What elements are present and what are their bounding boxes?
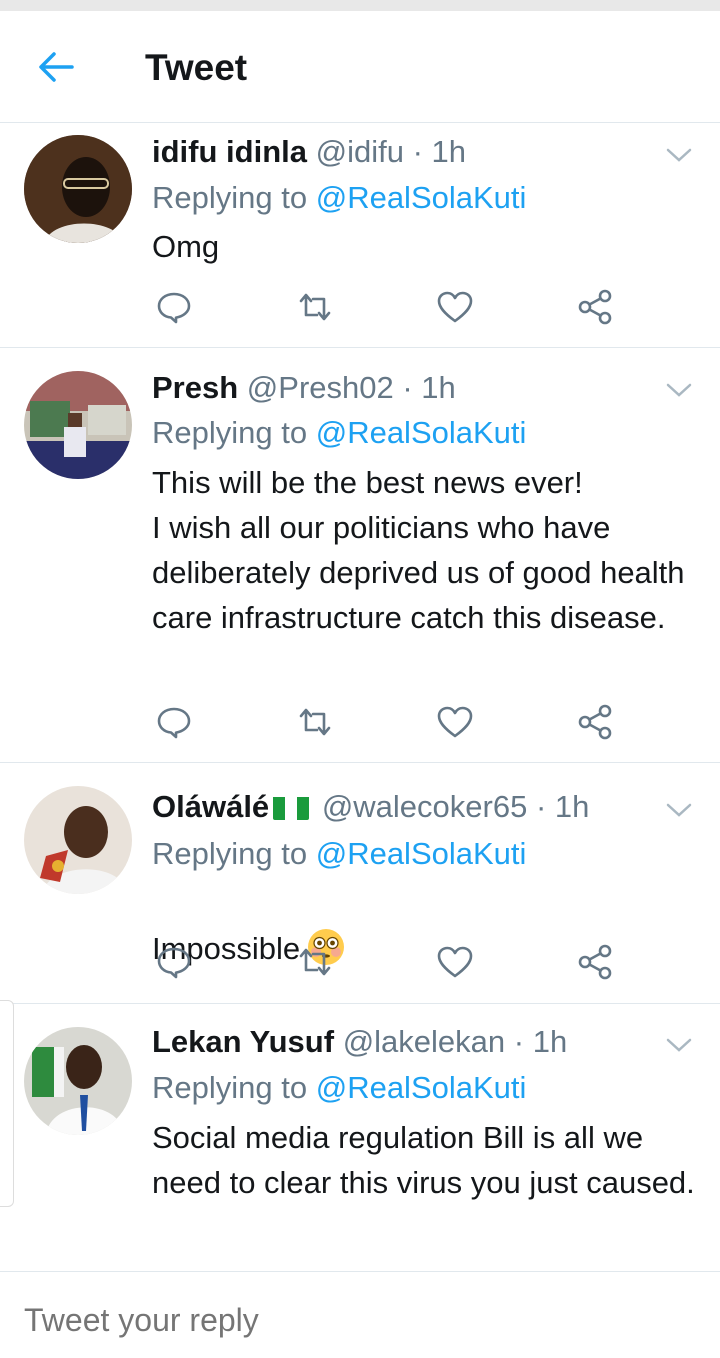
chevron-down-icon[interactable] xyxy=(664,380,694,400)
tweet-meta: idifu idinla @idifu · 1h xyxy=(152,134,467,169)
display-name[interactable]: Presh xyxy=(152,370,238,405)
replying-label: Replying to xyxy=(152,180,308,215)
app-header: Tweet xyxy=(0,11,720,123)
avatar[interactable] xyxy=(24,371,132,479)
tweet-actions xyxy=(152,702,632,742)
tweet-meta: Presh @Presh02 · 1h xyxy=(152,370,456,405)
timestamp: 1h xyxy=(554,789,590,824)
tweet-item[interactable]: idifu idinla @idifu · 1h Replying to @Re… xyxy=(0,123,720,348)
avatar[interactable] xyxy=(24,786,132,894)
handle[interactable]: @lakelekan xyxy=(343,1024,505,1059)
display-name[interactable]: idifu idinla xyxy=(152,134,307,169)
handle[interactable]: @idifu xyxy=(316,134,404,169)
timestamp: 1h xyxy=(431,134,467,169)
timestamp: 1h xyxy=(421,370,456,405)
share-icon[interactable] xyxy=(575,702,615,742)
replying-to-link[interactable]: @RealSolaKuti xyxy=(316,1070,527,1105)
chevron-down-icon[interactable] xyxy=(664,145,694,165)
retweet-icon[interactable] xyxy=(295,702,335,742)
tweet-item[interactable]: Lekan Yusuf @lakelekan · 1h Replying to … xyxy=(0,1003,720,1272)
replying-to-link[interactable]: @RealSolaKuti xyxy=(316,180,527,215)
handle[interactable]: @walecoker65 xyxy=(322,789,528,824)
nigeria-flag-icon xyxy=(273,794,310,820)
side-drawer-handle[interactable] xyxy=(0,1000,14,1207)
avatar[interactable] xyxy=(24,1027,132,1135)
share-icon[interactable] xyxy=(575,942,615,982)
comment-icon[interactable] xyxy=(154,702,194,742)
status-bar xyxy=(0,0,720,11)
display-name[interactable]: Oláwálé xyxy=(152,789,269,824)
reply-input[interactable] xyxy=(24,1302,674,1339)
comment-icon[interactable] xyxy=(154,287,194,327)
tweet-text: This will be the best news ever! I wish … xyxy=(152,465,685,635)
heart-icon[interactable] xyxy=(435,287,475,327)
replying-to-link[interactable]: @RealSolaKuti xyxy=(316,415,527,450)
heart-icon[interactable] xyxy=(435,702,475,742)
replying-to-line: Replying to @RealSolaKuti xyxy=(152,414,526,452)
tweet-item[interactable]: Oláwálé @walecoker65 · 1h Replying to @R… xyxy=(0,762,720,1004)
tweet-text: Omg xyxy=(152,229,220,264)
avatar[interactable] xyxy=(24,135,132,243)
retweet-icon[interactable] xyxy=(295,287,335,327)
handle[interactable]: @Presh02 xyxy=(247,370,394,405)
tweet-meta: Oláwálé @walecoker65 · 1h xyxy=(152,789,590,824)
page-title: Tweet xyxy=(145,47,248,88)
tweet-item[interactable]: Presh @Presh02 · 1h Replying to @RealSol… xyxy=(0,347,720,763)
replying-label: Replying to xyxy=(152,415,308,450)
reply-composer xyxy=(0,1272,720,1358)
timestamp: 1h xyxy=(532,1024,568,1059)
tweet-actions xyxy=(152,287,632,327)
retweet-icon[interactable] xyxy=(295,942,335,982)
replying-label: Replying to xyxy=(152,836,308,871)
share-icon[interactable] xyxy=(575,287,615,327)
replying-to-line: Replying to @RealSolaKuti xyxy=(152,179,526,217)
chevron-down-icon[interactable] xyxy=(664,800,694,820)
display-name[interactable]: Lekan Yusuf xyxy=(152,1024,334,1059)
tweet-text: Social media regulation Bill is all we n… xyxy=(152,1120,695,1200)
replying-to-line: Replying to @RealSolaKuti xyxy=(152,835,526,873)
tweet-meta: Lekan Yusuf @lakelekan · 1h xyxy=(152,1024,568,1059)
replying-to-link[interactable]: @RealSolaKuti xyxy=(316,836,527,871)
comment-icon[interactable] xyxy=(154,942,194,982)
replying-to-line: Replying to @RealSolaKuti xyxy=(152,1069,526,1107)
back-arrow-icon[interactable] xyxy=(36,49,76,85)
tweet-actions xyxy=(152,942,632,982)
replying-label: Replying to xyxy=(152,1070,308,1105)
chevron-down-icon[interactable] xyxy=(664,1035,694,1055)
heart-icon[interactable] xyxy=(435,942,475,982)
